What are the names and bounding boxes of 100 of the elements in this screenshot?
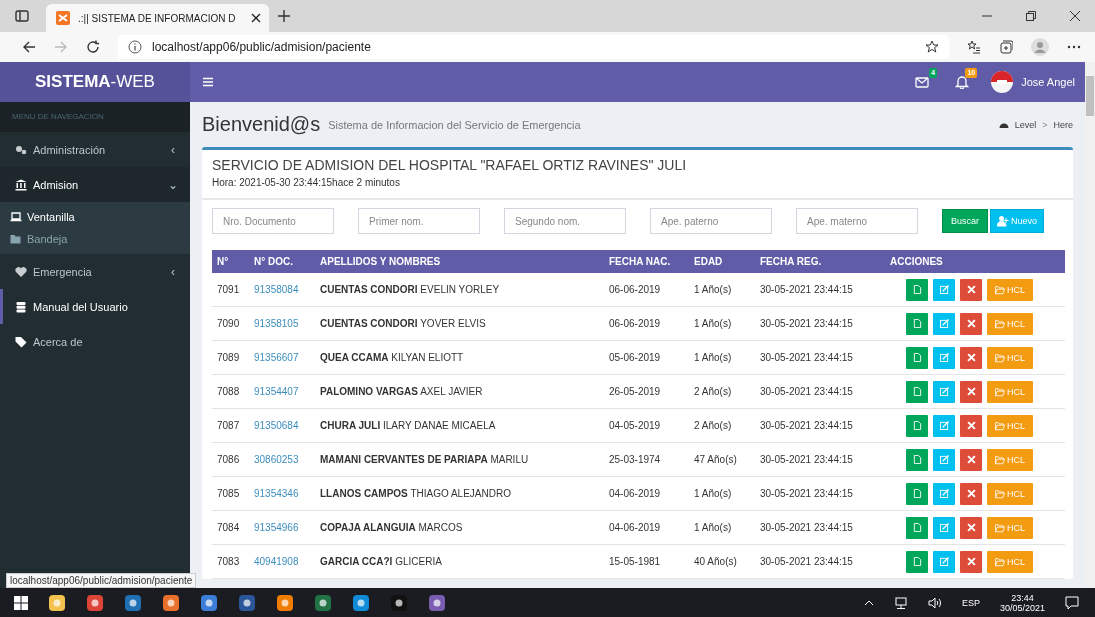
input-field[interactable]: Ape. materno xyxy=(796,208,918,234)
app-icon[interactable] xyxy=(48,593,66,612)
delete-button[interactable] xyxy=(960,448,982,471)
pdf-button[interactable] xyxy=(906,278,928,301)
edit-button[interactable] xyxy=(933,380,955,403)
pdf-button[interactable] xyxy=(906,312,928,335)
delete-button[interactable] xyxy=(960,550,982,573)
language-indicator[interactable]: ESP xyxy=(961,597,980,608)
delete-button[interactable] xyxy=(960,312,982,335)
edit-icon xyxy=(939,455,949,464)
address-field[interactable]: localhost/app06/public/admision/paciente xyxy=(118,35,949,59)
profile-icon[interactable] xyxy=(1031,38,1049,56)
history-button[interactable]: HCL xyxy=(987,550,1033,573)
close-icon[interactable] xyxy=(251,13,261,23)
app-icon[interactable] xyxy=(124,593,142,612)
browser-tab[interactable]: .:|| SISTEMA DE INFORMACION D xyxy=(46,4,269,32)
history-button[interactable]: HCL xyxy=(987,278,1033,301)
document-link[interactable]: 91356607 xyxy=(249,340,315,375)
pdf-button[interactable] xyxy=(906,482,928,505)
new-button[interactable]: Nuevo xyxy=(990,209,1045,233)
app-icon[interactable] xyxy=(428,593,446,612)
document-link[interactable]: 91350684 xyxy=(249,408,315,443)
history-button[interactable]: HCL xyxy=(987,346,1033,369)
history-button[interactable]: HCL xyxy=(987,312,1033,335)
sidebar-item[interactable]: Admision ⌄ xyxy=(0,167,190,202)
document-link[interactable]: 91354407 xyxy=(249,374,315,409)
submenu-item[interactable]: Ventanilla xyxy=(0,206,190,228)
input-field[interactable]: Nro. Documento xyxy=(212,208,334,234)
collections-icon[interactable] xyxy=(999,40,1013,54)
app-icon[interactable] xyxy=(200,593,218,612)
history-button[interactable]: HCL xyxy=(987,516,1033,539)
close-icon[interactable] xyxy=(1069,10,1081,22)
notifications-icon[interactable] xyxy=(1065,595,1079,610)
input-field[interactable]: Segundo nom. xyxy=(504,208,626,234)
breadcrumb-link[interactable]: Here xyxy=(1053,119,1073,130)
new-tab-icon[interactable] xyxy=(277,9,291,23)
sidebar-item[interactable]: Acerca de xyxy=(0,324,190,359)
input-field[interactable]: Primer nom. xyxy=(358,208,480,234)
breadcrumb-link[interactable]: Level xyxy=(1014,119,1037,130)
file-icon xyxy=(912,557,922,566)
scrollbar[interactable] xyxy=(1085,62,1095,588)
windows-start-icon[interactable] xyxy=(14,595,28,610)
document-link[interactable]: 40941908 xyxy=(249,544,315,579)
input-field[interactable]: Ape. paterno xyxy=(650,208,772,234)
delete-button[interactable] xyxy=(960,414,982,437)
edit-button[interactable] xyxy=(933,448,955,471)
brand-logo[interactable]: SISTEMA-WEB xyxy=(0,62,190,102)
restore-icon[interactable] xyxy=(1025,10,1037,22)
pdf-button[interactable] xyxy=(906,380,928,403)
document-link[interactable]: 91358084 xyxy=(249,273,315,307)
sidebar-item[interactable]: Emergencia ‹ xyxy=(0,254,190,289)
document-link[interactable]: 91354966 xyxy=(249,510,315,545)
history-button[interactable]: HCL xyxy=(987,414,1033,437)
edit-button[interactable] xyxy=(933,482,955,505)
edit-button[interactable] xyxy=(933,414,955,437)
app-icon[interactable] xyxy=(352,593,370,612)
delete-button[interactable] xyxy=(960,278,982,301)
volume-icon[interactable] xyxy=(927,595,942,610)
reload-icon[interactable] xyxy=(86,40,100,54)
app-icon[interactable] xyxy=(238,593,256,612)
app-icon[interactable] xyxy=(390,593,408,612)
edit-button[interactable] xyxy=(933,516,955,539)
favorite-add-icon[interactable] xyxy=(925,40,939,54)
delete-button[interactable] xyxy=(960,380,982,403)
app-icon[interactable] xyxy=(86,593,104,612)
delete-button[interactable] xyxy=(960,346,982,369)
pdf-button[interactable] xyxy=(906,414,928,437)
history-button[interactable]: HCL xyxy=(987,380,1033,403)
user-menu[interactable]: Jose Angel xyxy=(991,71,1085,93)
app-icon[interactable] xyxy=(162,593,180,612)
document-link[interactable]: 30860253 xyxy=(249,442,315,477)
clock[interactable]: 23:44 30/05/2021 xyxy=(999,592,1045,613)
back-icon[interactable] xyxy=(22,40,36,54)
history-button[interactable]: HCL xyxy=(987,448,1033,471)
tag-icon xyxy=(15,335,27,348)
edit-button[interactable] xyxy=(933,346,955,369)
search-button[interactable]: Buscar xyxy=(942,209,988,233)
history-button[interactable]: HCL xyxy=(987,482,1033,505)
app-icon[interactable] xyxy=(276,593,294,612)
delete-button[interactable] xyxy=(960,516,982,539)
delete-button[interactable] xyxy=(960,482,982,505)
app-icon[interactable] xyxy=(314,593,332,612)
network-icon[interactable] xyxy=(893,595,908,610)
document-link[interactable]: 91354346 xyxy=(249,476,315,511)
submenu-item[interactable]: Bandeja xyxy=(0,228,190,250)
document-link[interactable]: 91358105 xyxy=(249,306,315,341)
sidebar-item[interactable]: Administración ‹ xyxy=(0,132,190,167)
edit-button[interactable] xyxy=(933,550,955,573)
avatar-icon xyxy=(991,71,1014,93)
favorites-icon[interactable] xyxy=(967,40,981,54)
tab-actions-icon[interactable] xyxy=(14,8,30,24)
pdf-button[interactable] xyxy=(906,346,928,369)
edit-button[interactable] xyxy=(933,278,955,301)
menu-icon[interactable] xyxy=(202,76,214,88)
pdf-button[interactable] xyxy=(906,550,928,573)
pdf-button[interactable] xyxy=(906,516,928,539)
pdf-button[interactable] xyxy=(906,448,928,471)
column-header: N° DOC. xyxy=(249,250,315,273)
edit-button[interactable] xyxy=(933,312,955,335)
table-cell: 7086 xyxy=(212,442,249,477)
